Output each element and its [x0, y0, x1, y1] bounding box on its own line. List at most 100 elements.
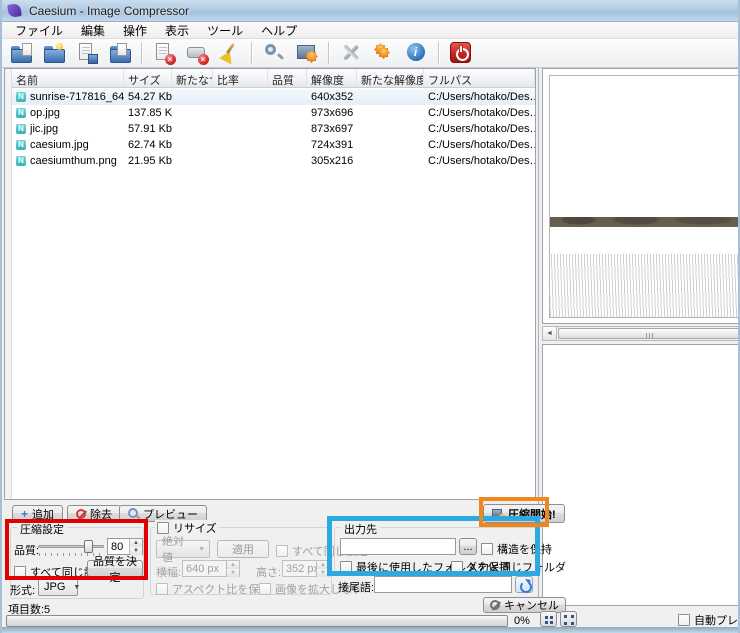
apply-resize-button[interactable]: 適用: [217, 540, 269, 558]
original-preview-panel: [542, 68, 738, 324]
checkbox-icon[interactable]: [481, 543, 493, 555]
resize-group: リサイズ 絶対値 ▼ 適用 すべて同じ設定 横幅: 640 px ▲ ▼ 高さ: 3…: [150, 520, 368, 597]
cancel-icon: [490, 600, 500, 610]
file-type-icon: N: [16, 140, 26, 150]
menu-edit[interactable]: 編集: [72, 21, 114, 40]
table-row[interactable]: Ncaesiumthum.png 21.95 Kb 305x216 C:/Use…: [12, 153, 535, 169]
menu-help[interactable]: ヘルプ: [252, 21, 306, 40]
column-size[interactable]: サイズ: [124, 69, 172, 87]
file-type-icon: N: [16, 156, 26, 166]
compress-preview-icon[interactable]: [292, 40, 321, 66]
toolbar: × × i: [2, 39, 738, 68]
settings-icon[interactable]: [369, 40, 398, 66]
table-row[interactable]: Nsunrise-717816_640.jpg 54.27 Kb 640x352…: [12, 89, 535, 105]
zoom-actual-button[interactable]: [560, 611, 577, 627]
preview-image: [549, 75, 738, 318]
menu-view[interactable]: 表示: [156, 21, 198, 40]
column-ratio[interactable]: 比率: [213, 69, 268, 87]
file-type-icon: N: [16, 124, 26, 134]
table-row[interactable]: Ncaesium.jpg 62.74 Kb 724x391 C:/Users/h…: [12, 137, 535, 153]
tools-icon[interactable]: [336, 40, 365, 66]
window-bottom-frame: [2, 627, 738, 633]
width-label: 横幅:: [156, 567, 182, 579]
resize-mode-combo[interactable]: 絶対値 ▼: [156, 536, 210, 564]
open-folder-icon[interactable]: [39, 40, 68, 66]
info-icon[interactable]: i: [402, 40, 431, 66]
add-button[interactable]: + 追加: [12, 505, 64, 522]
remove-icon: [76, 508, 86, 519]
column-full-path[interactable]: フルパス: [424, 69, 535, 87]
refresh-suffix-icon[interactable]: [515, 576, 533, 593]
column-new-resolution[interactable]: 新たな解像度: [357, 69, 424, 87]
checkbox-icon[interactable]: [259, 583, 271, 595]
file-type-icon: N: [16, 92, 26, 102]
menu-tools[interactable]: ツール: [198, 21, 252, 40]
clean-list-icon[interactable]: [215, 40, 244, 66]
height-spinbox[interactable]: 352 px ▲ ▼: [282, 560, 330, 577]
open-file-icon[interactable]: [6, 40, 35, 66]
spin-arrows-icon[interactable]: ▲ ▼: [316, 561, 329, 577]
save-icon[interactable]: [72, 40, 101, 66]
toolbar-separator: [328, 42, 329, 64]
column-quality[interactable]: 品質: [268, 69, 307, 87]
keep-structure-checkbox[interactable]: 構造を保持: [481, 541, 552, 557]
remove-all-icon[interactable]: ×: [182, 40, 211, 66]
toolbar-separator: [438, 42, 439, 64]
checkbox-icon[interactable]: [451, 561, 463, 573]
checkbox-icon[interactable]: [340, 561, 352, 573]
photo-field: [550, 254, 738, 317]
suffix-label: 接尾語:: [338, 582, 375, 594]
window-title: Caesium - Image Compressor: [29, 3, 190, 18]
quality-label: 品質:: [14, 545, 40, 557]
preview-icon[interactable]: [259, 40, 288, 66]
output-group: 出力先 ... 構造を保持 最後に使用したフォルダを保持 入力と同じフォルダ: [334, 521, 566, 574]
keep-aspect-checkbox[interactable]: アスペクト比を保持: [156, 581, 270, 597]
menu-bar: ファイル 編集 操作 表示 ツール ヘルプ: [2, 21, 738, 40]
zoom-fit-button[interactable]: [540, 611, 557, 627]
scrollbar-thumb[interactable]: [558, 328, 738, 339]
exit-icon[interactable]: [446, 40, 475, 66]
save-all-icon[interactable]: [105, 40, 134, 66]
suffix-input[interactable]: [374, 576, 512, 593]
checkbox-icon[interactable]: [14, 566, 26, 578]
preview-horizontal-scrollbar[interactable]: ◄: [542, 326, 738, 341]
checkbox-icon[interactable]: [678, 614, 690, 626]
menu-actions[interactable]: 操作: [114, 21, 156, 40]
spin-arrows-icon[interactable]: ▲ ▼: [226, 561, 239, 577]
compress-icon: [492, 508, 507, 522]
progress-percent: 0%: [514, 615, 530, 627]
checkbox-icon[interactable]: [156, 583, 168, 595]
file-list-table[interactable]: 名前 サイズ 新たなサイ. 比率 品質 解像度 新たな解像度 フルパス Nsun…: [4, 68, 536, 500]
remove-file-icon[interactable]: ×: [149, 40, 178, 66]
height-label: 高さ:: [256, 567, 282, 579]
column-new-size[interactable]: 新たなサイ.: [172, 69, 213, 87]
auto-preview-checkbox[interactable]: 自動プレビュー: [678, 612, 738, 628]
menu-file[interactable]: ファイル: [6, 21, 72, 40]
format-label: 形式:: [10, 585, 36, 597]
remove-button[interactable]: 除去: [67, 505, 121, 522]
table-header[interactable]: 名前 サイズ 新たなサイ. 比率 品質 解像度 新たな解像度 フルパス: [12, 69, 535, 88]
browse-folder-button[interactable]: ...: [459, 538, 477, 555]
column-name[interactable]: 名前: [12, 69, 124, 87]
magnifier-icon: [128, 508, 139, 519]
format-combo[interactable]: JPG ▼: [38, 578, 80, 596]
title-bar[interactable]: Caesium - Image Compressor: [2, 0, 738, 22]
chevron-down-icon: ▼: [198, 545, 205, 553]
same-as-input-checkbox[interactable]: 入力と同じフォルダ: [451, 559, 566, 575]
app-icon: [7, 3, 22, 18]
checkbox-icon[interactable]: [276, 545, 288, 557]
start-compression-button[interactable]: 圧縮開始!: [483, 504, 565, 523]
slider-thumb[interactable]: [84, 540, 93, 553]
width-spinbox[interactable]: 640 px ▲ ▼: [182, 560, 240, 577]
chevron-down-icon: ▼: [73, 583, 81, 591]
output-folder-input[interactable]: [340, 538, 456, 555]
compressed-preview-panel: [542, 344, 738, 606]
scroll-left-icon[interactable]: ◄: [543, 327, 557, 340]
table-row[interactable]: Nop.jpg 137.85 Kb 973x696 C:/Users/hotak…: [12, 105, 535, 121]
panel-splitter[interactable]: [538, 68, 539, 612]
file-type-icon: N: [16, 108, 26, 118]
column-resolution[interactable]: 解像度: [307, 69, 357, 87]
decide-quality-button[interactable]: 品質を決定: [87, 556, 143, 584]
table-row[interactable]: Njic.jpg 57.91 Kb 873x697 C:/Users/hotak…: [12, 121, 535, 137]
compression-settings-title: 圧縮設定: [17, 521, 67, 537]
